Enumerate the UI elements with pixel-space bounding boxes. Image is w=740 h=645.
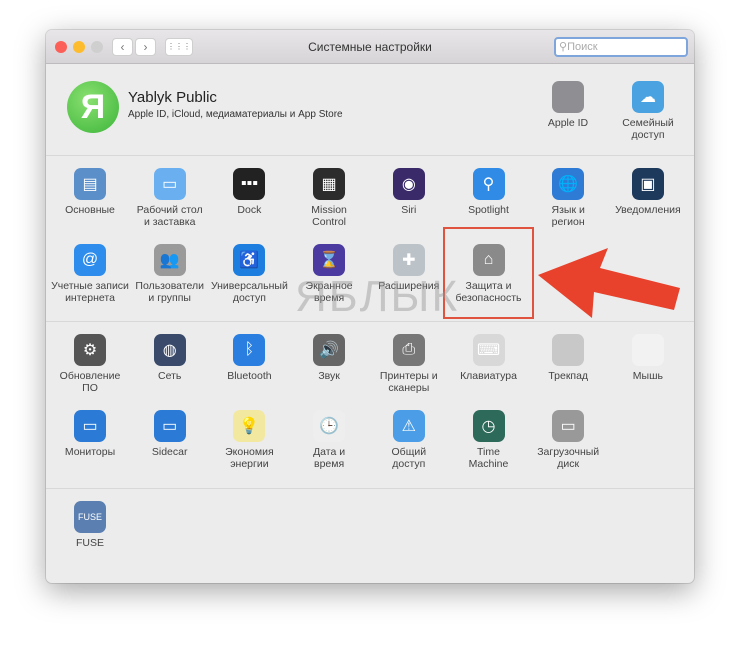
search-icon: ⚲ — [559, 41, 568, 53]
pref-software-update[interactable]: ⚙ Обновление ПО — [50, 334, 130, 394]
pref-startup-disk[interactable]: ▭ Загрузочный диск — [528, 410, 608, 470]
pref-label: Siri — [401, 204, 417, 216]
pref-sharing[interactable]: ⚠ Общий доступ — [369, 410, 449, 470]
pref-notifications[interactable]: ▣ Уведомления — [608, 168, 688, 216]
pref-energy-saver[interactable]: 💡 Экономия энергии — [209, 410, 289, 470]
family-cloud-icon: ☁ — [632, 81, 664, 113]
pref-label: FUSE — [75, 537, 104, 549]
pref-desktop[interactable]: ▭ Рабочий стол и заставка — [130, 168, 210, 228]
printers-icon: ⎙ — [392, 334, 425, 366]
desktop-icon: ▭ — [153, 168, 186, 200]
pref-sound[interactable]: 🔊 Звук — [289, 334, 369, 382]
other-section: FUSE FUSE — [46, 489, 694, 583]
pref-label: Загрузочный диск — [537, 446, 600, 470]
displays-icon: ▭ — [74, 410, 106, 442]
pref-apple[interactable]: Apple ID — [528, 81, 608, 129]
fuse-icon: FUSE — [74, 501, 106, 533]
pref-label: Семейный доступ — [622, 117, 674, 141]
user-subtitle: Apple ID, iCloud, медиаматериалы и App S… — [128, 109, 343, 120]
pref-label: Сеть — [158, 370, 182, 382]
pref-label: Time Machine — [468, 446, 509, 470]
sharing-icon: ⚠ — [392, 410, 425, 442]
pref-mouse[interactable]: Мышь — [608, 334, 688, 382]
pref-accessibility[interactable]: ♿ Универсальный доступ — [209, 244, 289, 304]
mission-control-icon: ▦ — [313, 168, 346, 200]
title-bar: ‹ › ⋮⋮⋮ Системные настройки ⚲Поиск — [46, 30, 694, 64]
internet-accounts-icon: @ — [74, 244, 106, 276]
users-groups-icon: 👥 — [153, 244, 186, 276]
pref-time-machine[interactable]: ◷ Time Machine — [449, 410, 529, 470]
dock-icon: ▪▪▪ — [233, 168, 266, 200]
pref-bluetooth[interactable]: ᛒ Bluetooth — [209, 334, 289, 382]
keyboard-icon: ⌨ — [472, 334, 505, 366]
search-input[interactable]: ⚲Поиск — [554, 37, 688, 57]
pref-label: Dock — [237, 204, 262, 216]
pref-label: Общий доступ — [391, 446, 427, 470]
mouse-icon — [631, 334, 664, 366]
trackpad-icon — [552, 334, 585, 366]
pref-users-groups[interactable]: 👥 Пользователи и группы — [130, 244, 210, 304]
pref-label: Мониторы — [64, 446, 116, 458]
avatar[interactable]: Я — [67, 81, 119, 133]
bluetooth-icon: ᛒ — [233, 334, 266, 366]
pref-label: Sidecar — [151, 446, 188, 458]
pref-siri[interactable]: ◉ Siri — [369, 168, 449, 216]
pref-label: Apple ID — [547, 117, 589, 129]
time-machine-icon: ◷ — [472, 410, 505, 442]
startup-disk-icon: ▭ — [552, 410, 585, 442]
pref-mission-control[interactable]: ▦ Mission Control — [289, 168, 369, 228]
sound-icon: 🔊 — [313, 334, 346, 366]
pref-displays[interactable]: ▭ Мониторы — [50, 410, 130, 458]
pref-date-time[interactable]: 🕒 Дата и время — [289, 410, 369, 470]
pref-general[interactable]: ▤ Основные — [50, 168, 130, 216]
pref-label: Язык и регион — [551, 204, 585, 228]
accessibility-icon: ♿ — [233, 244, 266, 276]
general-icon: ▤ — [74, 168, 106, 200]
hardware-section: ⚙ Обновление ПО ◍ Сеть ᛒ Bluetooth 🔊 Звук ⎙ Принт… — [46, 322, 694, 489]
pref-label: Мышь — [632, 370, 663, 382]
pref-internet-accounts[interactable]: @ Учетные записи интернета — [50, 244, 130, 304]
pref-label: Пользователи и группы — [135, 280, 204, 304]
date-time-icon: 🕒 — [313, 410, 346, 442]
pref-label: Spotlight — [468, 204, 509, 216]
pref-label: Основные — [65, 204, 115, 216]
siri-icon: ◉ — [392, 168, 425, 200]
pref-printers[interactable]: ⎙ Принтеры и сканеры — [369, 334, 449, 394]
pref-spotlight[interactable]: ⚲ Spotlight — [449, 168, 529, 216]
pref-dock[interactable]: ▪▪▪ Dock — [209, 168, 289, 216]
pref-label: Звук — [318, 370, 340, 382]
pref-label: Учетные записи интернета — [51, 280, 129, 304]
pref-label: Экономия энергии — [225, 446, 274, 470]
pref-label: Mission Control — [311, 204, 347, 228]
notifications-icon: ▣ — [631, 168, 664, 200]
pref-network[interactable]: ◍ Сеть — [130, 334, 210, 382]
apple-icon — [552, 81, 584, 113]
network-icon: ◍ — [153, 334, 186, 366]
account-section: Я Yablyk Public Apple ID, iCloud, медиам… — [46, 64, 694, 156]
pref-label: Рабочий стол и заставка — [136, 204, 203, 228]
watermark: ЯБЛЫК — [295, 272, 460, 321]
pref-fuse[interactable]: FUSE FUSE — [50, 501, 130, 549]
pref-label: Bluetooth — [227, 370, 272, 382]
spotlight-icon: ⚲ — [472, 168, 505, 200]
pref-trackpad[interactable]: Трекпад — [528, 334, 608, 382]
pref-label: Обновление ПО — [59, 370, 121, 394]
language-region-icon: 🌐 — [552, 168, 585, 200]
pref-label: Дата и время — [313, 446, 346, 470]
pref-label: Принтеры и сканеры — [379, 370, 438, 394]
energy-saver-icon: 💡 — [233, 410, 266, 442]
pref-language-region[interactable]: 🌐 Язык и регион — [528, 168, 608, 228]
pref-family-cloud[interactable]: ☁ Семейный доступ — [608, 81, 688, 141]
pref-label: Клавиатура — [460, 370, 517, 382]
sidecar-icon: ▭ — [153, 410, 186, 442]
pref-label: Уведомления — [615, 204, 681, 216]
pref-sidecar[interactable]: ▭ Sidecar — [130, 410, 210, 458]
pref-label: Универсальный доступ — [210, 280, 288, 304]
red-arrow — [538, 248, 680, 318]
pref-label: Трекпад — [548, 370, 589, 382]
search-placeholder: Поиск — [567, 41, 598, 53]
pref-keyboard[interactable]: ⌨ Клавиатура — [449, 334, 529, 382]
software-update-icon: ⚙ — [74, 334, 106, 366]
user-name: Yablyk Public — [128, 89, 217, 106]
